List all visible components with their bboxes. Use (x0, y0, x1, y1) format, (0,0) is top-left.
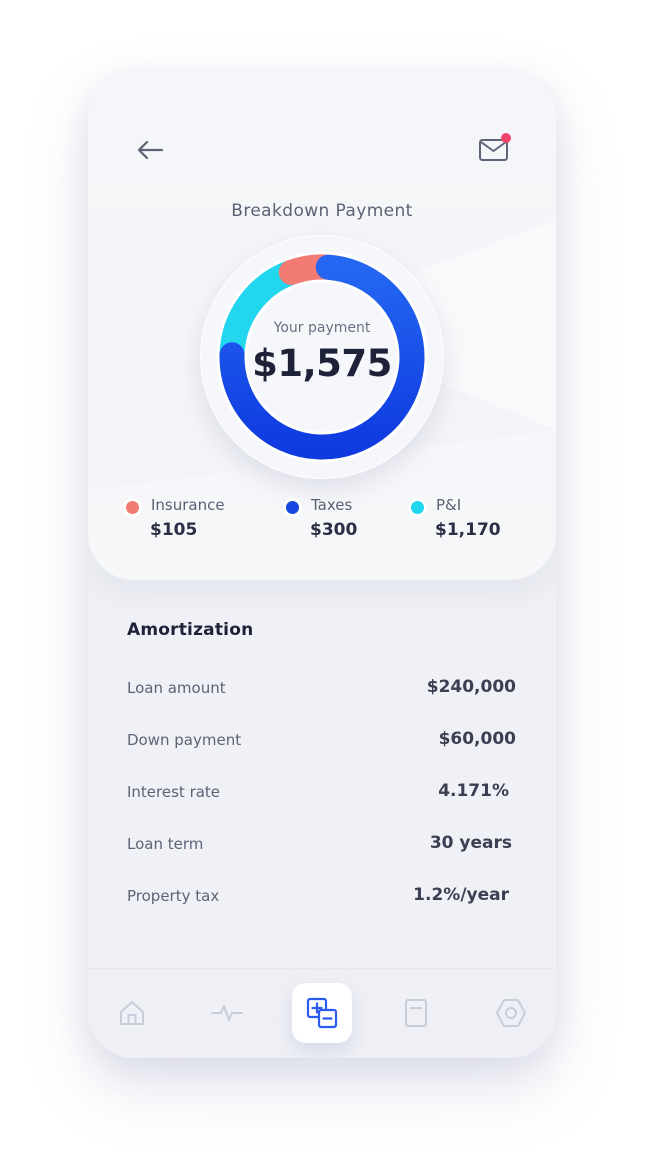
bottom-tab-bar (88, 968, 556, 1058)
interest-rate-label: Interest rate (127, 783, 221, 801)
property-tax-label: Property tax (127, 887, 220, 905)
loan-term-value: 30 years (429, 833, 512, 853)
legend-value: $105 (150, 520, 198, 540)
property-tax-value: 1.2%/year (413, 885, 509, 905)
legend-dot-taxes (286, 501, 299, 514)
amortization-title: Amortization (127, 620, 254, 640)
legend-label: Insurance (151, 496, 225, 514)
phone-frame: Breakdown Payment Your payment $1,575 In… (88, 70, 556, 1058)
tab-home[interactable] (102, 983, 162, 1043)
legend-dot-pi (411, 501, 424, 514)
tab-calculator[interactable] (292, 983, 352, 1043)
tab-document[interactable] (386, 983, 446, 1043)
breakdown-card: Breakdown Payment Your payment $1,575 In… (88, 70, 556, 580)
interest-rate-value: 4.171% (438, 781, 509, 801)
document-icon (405, 999, 427, 1027)
arrow-left-icon (137, 140, 164, 160)
legend-label: P&I (436, 496, 462, 514)
notification-badge (501, 133, 511, 143)
loan-amount-label: Loan amount (127, 679, 226, 697)
down-payment-label: Down payment (127, 731, 242, 749)
payment-amount: $1,575 (252, 342, 392, 385)
home-icon (120, 1001, 144, 1025)
loan-term-label: Loan term (127, 835, 204, 853)
tab-settings[interactable] (481, 983, 541, 1043)
down-payment-value: $60,000 (438, 729, 516, 749)
back-button[interactable] (136, 138, 164, 162)
legend-dot-insurance (126, 501, 139, 514)
page-title: Breakdown Payment (231, 201, 413, 221)
settings-hexagon-icon (496, 999, 526, 1027)
legend-value: $1,170 (435, 520, 501, 540)
payment-label: Your payment (273, 320, 371, 336)
calculator-icon (306, 997, 338, 1029)
legend-label: Taxes (311, 496, 353, 514)
legend-value: $300 (310, 520, 358, 540)
loan-amount-value: $240,000 (426, 677, 516, 697)
tab-activity[interactable] (197, 983, 257, 1043)
activity-icon (211, 1005, 243, 1021)
